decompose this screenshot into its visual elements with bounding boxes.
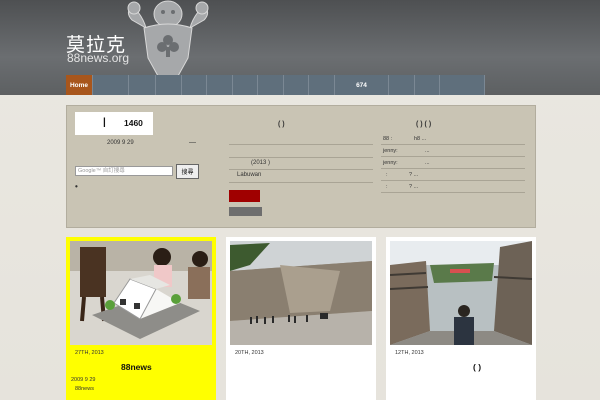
nav-item[interactable] [156, 75, 182, 95]
divider [229, 144, 373, 145]
comment-row[interactable]: jenny: ... [381, 157, 525, 169]
comment-text: ? ... [409, 172, 419, 178]
divider [229, 182, 373, 183]
post-date: 27TH, 2013 [75, 350, 104, 356]
post-thumbnail-village-street[interactable] [390, 241, 532, 345]
nav-item[interactable] [309, 75, 335, 95]
nav-item[interactable] [129, 75, 156, 95]
nav-item[interactable] [440, 75, 485, 95]
counter-divider: | [103, 117, 106, 128]
nav-item[interactable] [233, 75, 258, 95]
nav-item[interactable] [207, 75, 233, 95]
feature-panel: | 1460 2009 9 29 — Google™ 自訂搜尋 搜尋 • ( )… [66, 105, 536, 228]
post-title[interactable]: ( ) [473, 362, 481, 372]
mascot-logo-icon[interactable] [122, 0, 214, 76]
nav-item[interactable] [284, 75, 309, 95]
feature-date: 2009 9 29 [107, 140, 134, 146]
counter-value: 1460 [124, 118, 143, 128]
nav-item[interactable]: 674 [335, 75, 389, 95]
nav-item[interactable] [415, 75, 440, 95]
post-thumbnail-landslide[interactable] [230, 241, 372, 345]
comment-author: jenny: [383, 160, 398, 166]
comment-text: h8 ... [414, 136, 427, 142]
comment-text: ? ... [409, 184, 419, 190]
nav-item[interactable] [389, 75, 415, 95]
comment-author: 88 : [383, 136, 393, 142]
nav-item-home[interactable]: Home [66, 75, 93, 95]
comment-author: : [386, 172, 388, 178]
middle-column-line[interactable]: (2013 ) [251, 160, 270, 166]
nav-item[interactable] [93, 75, 129, 95]
nav-item[interactable] [258, 75, 284, 95]
search-button[interactable]: 搜尋 [176, 164, 199, 179]
main-navigation: Home 674 [66, 75, 535, 95]
site-name-english[interactable]: 88news.org [67, 51, 129, 65]
search-input[interactable]: Google™ 自訂搜尋 [75, 166, 173, 176]
comment-row[interactable]: jenny: ... [381, 145, 525, 157]
comment-author: : [386, 184, 388, 190]
comment-author: jenny: [383, 148, 398, 154]
grey-button[interactable] [229, 207, 262, 216]
visitor-counter: | 1460 [75, 112, 153, 135]
right-column-title: ( ) ( ) [416, 121, 432, 128]
comment-row[interactable]: : ? ... [381, 169, 525, 181]
divider [229, 169, 373, 170]
post-meta-source[interactable]: 88news [75, 386, 94, 392]
post-title[interactable]: 88news [121, 362, 152, 372]
post-date: 12TH, 2013 [395, 350, 424, 356]
comment-row[interactable]: 88 : h8 ... [381, 133, 525, 145]
post-card[interactable]: 27TH, 2013 88news 2009 9 29 88news [66, 237, 216, 400]
comment-text: ... [425, 160, 430, 166]
nav-item[interactable] [182, 75, 207, 95]
post-card[interactable]: 12TH, 2013 ( ) [386, 237, 536, 400]
post-card[interactable]: 20TH, 2013 [226, 237, 376, 400]
middle-column-title: ( ) [278, 121, 285, 128]
comment-text: ... [425, 148, 430, 154]
red-button[interactable] [229, 190, 260, 202]
post-thumbnail-house-model[interactable] [70, 241, 212, 345]
site-header: 莫拉克 88news.org Home 674 [0, 0, 600, 95]
comment-row[interactable]: : ? ... [381, 181, 525, 193]
bullet: • [75, 182, 78, 191]
post-meta-date: 2009 9 29 [71, 377, 96, 383]
divider [229, 157, 373, 158]
feature-dash: — [189, 139, 196, 146]
middle-column-line[interactable]: Labuwan [237, 172, 261, 178]
post-date: 20TH, 2013 [235, 350, 264, 356]
